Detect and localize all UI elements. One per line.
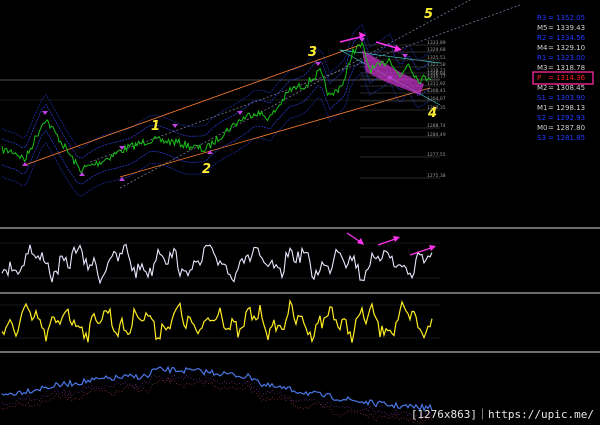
pivot-level-value: = 1329.10 xyxy=(548,44,585,52)
magenta-arrow-head xyxy=(429,245,436,251)
pivot-level-label: S1 xyxy=(537,94,546,102)
pivot-level-label: M2 xyxy=(537,84,548,92)
wave-label-5: 5 xyxy=(424,7,433,22)
pivot-level-label: M5 xyxy=(537,24,548,32)
pivot-level-row: S2 = 1292.93 xyxy=(537,114,585,122)
wave-label-3: 3 xyxy=(308,45,317,60)
fib-level-label: 1311.92 xyxy=(427,81,446,87)
wave-label-1: 1 xyxy=(151,119,160,134)
pivot-level-label: M1 xyxy=(537,104,548,112)
pivot-level-value: = 1287.80 xyxy=(548,124,585,132)
pivot-level-row: R3 = 1352.05 xyxy=(537,14,585,22)
magenta-arrow-head xyxy=(393,236,400,242)
oscillator-2-line xyxy=(1,298,433,344)
fractal-arrow xyxy=(172,124,178,128)
pivot-levels-table: R3 = 1352.05M5 = 1339.43R2 = 1334.56M4 = 132… xyxy=(532,14,594,142)
pivot-level-row: M4 = 1329.10 xyxy=(537,44,585,52)
pivot-level-value: = 1308.45 xyxy=(548,84,585,92)
pivot-level-label: M4 xyxy=(537,44,548,52)
pivot-level-row: R2 = 1334.56 xyxy=(537,34,586,42)
pivot-level-label: M0 xyxy=(537,124,548,132)
fib-level-label: 1284.49 xyxy=(427,132,446,138)
fractal-arrow xyxy=(79,172,85,176)
fractal-arrow xyxy=(315,62,321,66)
pivot-level-label: R3 xyxy=(537,14,546,22)
pivot-level-row: M2 = 1308.45 xyxy=(537,84,585,92)
pivot-level-value: = 1352.05 xyxy=(548,14,585,22)
pivot-level-label: P xyxy=(537,74,541,82)
fractal-arrow xyxy=(237,111,243,115)
fib-level-label: 1325.51 xyxy=(427,55,446,61)
pivot-level-value: = 1303.90 xyxy=(548,94,585,102)
oscillator-3-band xyxy=(1,374,433,421)
channel-mid-dotted xyxy=(89,4,521,163)
pivot-level-value: = 1334.56 xyxy=(548,34,586,42)
trend-channel xyxy=(24,0,521,189)
oscillator-2-panel xyxy=(0,298,440,344)
pivot-level-value: = 1339.43 xyxy=(548,24,585,32)
pivot-level-row: M5 = 1339.43 xyxy=(537,24,585,32)
oscillator-1-line xyxy=(1,243,433,285)
pivot-level-value: = 1323.00 xyxy=(548,54,585,62)
fib-level-label: 1288.74 xyxy=(427,123,446,129)
pivot-level-value: = 1292.93 xyxy=(548,114,585,122)
fib-level-label: 1308.41 xyxy=(427,88,446,94)
pivot-level-label: R2 xyxy=(537,34,546,42)
fib-level-label: 1321.58 xyxy=(427,62,446,68)
wave-label-4: 4 xyxy=(427,106,437,121)
pivot-level-label: R1 xyxy=(537,54,546,62)
price-line xyxy=(1,40,432,174)
fib-level-label: 1333.89 xyxy=(427,40,446,46)
pivot-level-value: = 1318.78 xyxy=(548,64,585,72)
pivot-level-row: S3 = 1281.85 xyxy=(537,134,585,142)
pivot-level-row: M3 = 1318.78 xyxy=(537,64,585,72)
pivot-level-row: P = 1314.36 xyxy=(532,71,594,85)
magenta-arrow-head xyxy=(357,238,364,245)
pivot-level-row: S1 = 1303.90 xyxy=(537,94,585,102)
oscillator-1-panel xyxy=(0,232,440,285)
pivot-level-row: R1 = 1323.00 xyxy=(537,54,585,62)
pivot-level-value: = 1298.13 xyxy=(548,104,585,112)
fractal-arrow xyxy=(42,111,48,115)
pivot-level-row: M0 = 1287.80 xyxy=(537,124,585,132)
pivot-level-row: M1 = 1298.13 xyxy=(537,104,585,112)
watermark-text: [1276x863]｜https://upic.me/ xyxy=(410,408,594,421)
chart-canvas: 1333.891329.681325.511321.581318.271316.… xyxy=(0,0,600,425)
wave-label-2: 2 xyxy=(202,162,211,177)
pivot-level-value: = 1281.85 xyxy=(548,134,585,142)
fib-level-label: 1304.07 xyxy=(427,96,446,102)
pivot-level-value: = 1314.36 xyxy=(548,74,586,82)
channel-upper-line xyxy=(24,44,361,166)
fib-level-label: 1275.38 xyxy=(427,173,446,179)
envelope-band xyxy=(1,23,431,149)
oscillator-3-panel xyxy=(1,365,433,425)
wave-labels: 1 2 3 4 5 xyxy=(151,7,437,177)
pivot-level-label: S2 xyxy=(537,114,546,122)
channel-lower-line xyxy=(119,87,431,178)
envelope-band xyxy=(1,71,431,197)
fib-level-label: 1329.68 xyxy=(427,47,446,53)
pivot-level-label: M3 xyxy=(537,64,548,72)
price-panel: 1333.891329.681325.511321.581318.271316.… xyxy=(0,0,594,197)
fractal-arrow xyxy=(402,54,408,58)
oscillator-3-line xyxy=(1,365,433,412)
fib-level-label: 1277.55 xyxy=(427,152,446,158)
fractal-markers xyxy=(22,38,408,181)
pivot-level-label: S3 xyxy=(537,134,546,142)
